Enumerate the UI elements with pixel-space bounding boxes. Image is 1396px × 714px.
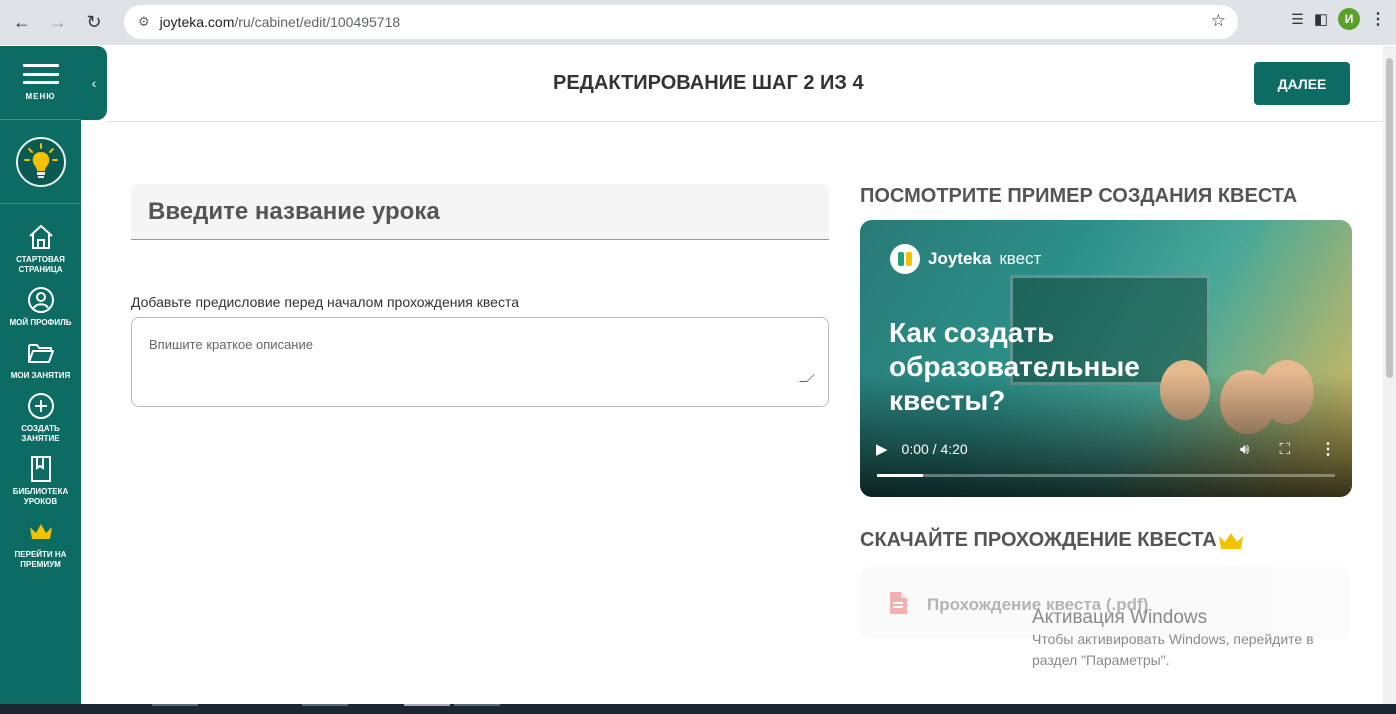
more-options-icon[interactable]: ⋮ <box>1320 439 1336 459</box>
taskbar-app[interactable] <box>404 704 450 714</box>
taskbar-app[interactable] <box>302 704 348 714</box>
video-brand-sub: квест <box>999 249 1042 268</box>
folder-icon <box>27 344 54 363</box>
crown-icon <box>29 524 52 539</box>
page-scrollbar[interactable] <box>1383 46 1396 704</box>
video-controls: ▶ 0:00 / 4:20 🔊︎ ⛶ ⋮ <box>876 439 1336 459</box>
watermark-line: раздел "Параметры". <box>1032 652 1170 668</box>
play-icon[interactable]: ▶ <box>876 440 888 458</box>
sidebar-item-create[interactable]: СОЗДАТЬ ЗАНЯТИЕ <box>0 391 81 444</box>
video-brand-name: Joyteka <box>928 249 992 268</box>
lesson-title-input[interactable]: Введите название урока <box>131 184 829 240</box>
example-section-title: ПОСМОТРИТЕ ПРИМЕР СОЗДАНИЯ КВЕСТА <box>860 185 1298 207</box>
reload-icon[interactable]: ↻ <box>76 5 112 41</box>
page-header: РЕДАКТИРОВАНИЕ ШАГ 2 ИЗ 4 ДАЛЕЕ <box>107 46 1383 122</box>
premium-crown-icon <box>1219 533 1243 549</box>
sidebar-item-label: СОЗДАТЬ ЗАНЯТИЕ <box>21 424 60 443</box>
browser-toolbar: ← → ↻ ⚙ joyteka.com/ru/cabinet/edit/1004… <box>0 0 1396 45</box>
fullscreen-icon[interactable]: ⛶ <box>1279 441 1290 458</box>
video-headline: Как создать образовательные квесты? <box>889 317 1140 416</box>
sidebar-item-label: МОИ ЗАНЯТИЯ <box>10 371 71 380</box>
profile-avatar[interactable]: И <box>1338 8 1360 30</box>
collapse-sidebar-button[interactable]: ‹ <box>81 46 107 120</box>
plus-circle-icon <box>27 393 54 419</box>
sidebar-item-home[interactable]: СТАРТОВАЯ СТРАНИЦА <box>0 222 81 275</box>
description-textarea[interactable]: Впишите краткое описание <box>131 317 829 407</box>
menu-button[interactable]: МЕНЮ <box>0 46 81 120</box>
windows-activation-watermark: Активация Windows Чтобы активировать Win… <box>1032 607 1314 671</box>
sidebar-item-label: СТАРТОВАЯ СТРАНИЦА <box>16 255 65 274</box>
media-controls-icon[interactable]: ☰ <box>1291 11 1304 28</box>
logo[interactable] <box>0 120 81 204</box>
home-icon <box>28 224 53 249</box>
video-brand: Joyteka квест <box>890 244 1041 274</box>
bookmark-star-icon[interactable]: ☆ <box>1211 11 1226 31</box>
video-progress-bar[interactable] <box>877 474 1335 477</box>
watermark-line: Чтобы активировать Windows, перейдите в <box>1032 631 1314 647</box>
sidebar-item-profile[interactable]: МОЙ ПРОФИЛЬ <box>0 285 81 328</box>
sidebar-item-lessons[interactable]: МОИ ЗАНЯТИЯ <box>0 338 81 381</box>
windows-taskbar <box>0 704 1396 714</box>
sidebar-item-library[interactable]: БИБЛИОТЕКА УРОКОВ <box>0 454 81 507</box>
sidebar-item-label: БИБЛИОТЕКА УРОКОВ <box>12 487 69 506</box>
video-progress-fill <box>877 474 923 477</box>
volume-icon[interactable]: 🔊︎ <box>1240 441 1249 458</box>
sidebar-item-premium[interactable]: ПЕРЕЙТИ НА ПРЕМИУМ <box>0 517 81 570</box>
example-video-player[interactable]: Joyteka квест Как создать образовательны… <box>860 220 1352 497</box>
browser-menu-icon[interactable]: ⋮ <box>1370 9 1386 29</box>
page-title: РЕДАКТИРОВАНИЕ ШАГ 2 ИЗ 4 <box>553 72 864 94</box>
forward-icon[interactable]: → <box>40 5 76 41</box>
chevron-left-icon: ‹ <box>91 75 97 91</box>
next-button[interactable]: ДАЛЕЕ <box>1254 62 1350 105</box>
taskbar-app[interactable] <box>152 704 198 714</box>
site-settings-icon[interactable]: ⚙ <box>138 14 150 30</box>
menu-label: МЕНЮ <box>25 92 56 101</box>
scrollbar-thumb[interactable] <box>1386 58 1393 378</box>
hamburger-icon <box>22 64 59 84</box>
download-section-title: СКАЧАЙТЕ ПРОХОЖДЕНИЕ КВЕСТА <box>860 529 1217 551</box>
lightbulb-logo-icon <box>15 136 66 187</box>
sidebar: МЕНЮ СТАРТОВАЯ СТРАНИЦА МОЙ ПРОФИЛЬ МОИ … <box>0 46 81 704</box>
video-time: 0:00 / 4:20 <box>901 441 968 457</box>
sidebar-item-label: ПЕРЕЙТИ НА ПРЕМИУМ <box>14 550 67 569</box>
sidebar-item-label: МОЙ ПРОФИЛЬ <box>9 318 72 327</box>
url-text: joyteka.com/ru/cabinet/edit/100495718 <box>159 14 401 30</box>
book-icon <box>30 456 51 482</box>
watermark-title: Активация Windows <box>1032 607 1208 628</box>
pdf-file-icon <box>890 592 907 614</box>
lesson-title-placeholder: Введите название урока <box>148 197 440 225</box>
back-icon[interactable]: ← <box>4 5 40 41</box>
taskbar-app[interactable] <box>454 704 500 714</box>
address-bar[interactable]: ⚙ joyteka.com/ru/cabinet/edit/100495718 … <box>124 5 1238 39</box>
description-placeholder: Впишите краткое описание <box>149 337 313 352</box>
side-panel-icon[interactable]: ◧ <box>1314 10 1328 28</box>
joyteka-logo-icon <box>890 244 920 274</box>
preface-label: Добавьте предисловие перед началом прохо… <box>131 294 520 310</box>
resize-handle-icon[interactable] <box>799 374 815 382</box>
profile-icon <box>27 287 54 313</box>
